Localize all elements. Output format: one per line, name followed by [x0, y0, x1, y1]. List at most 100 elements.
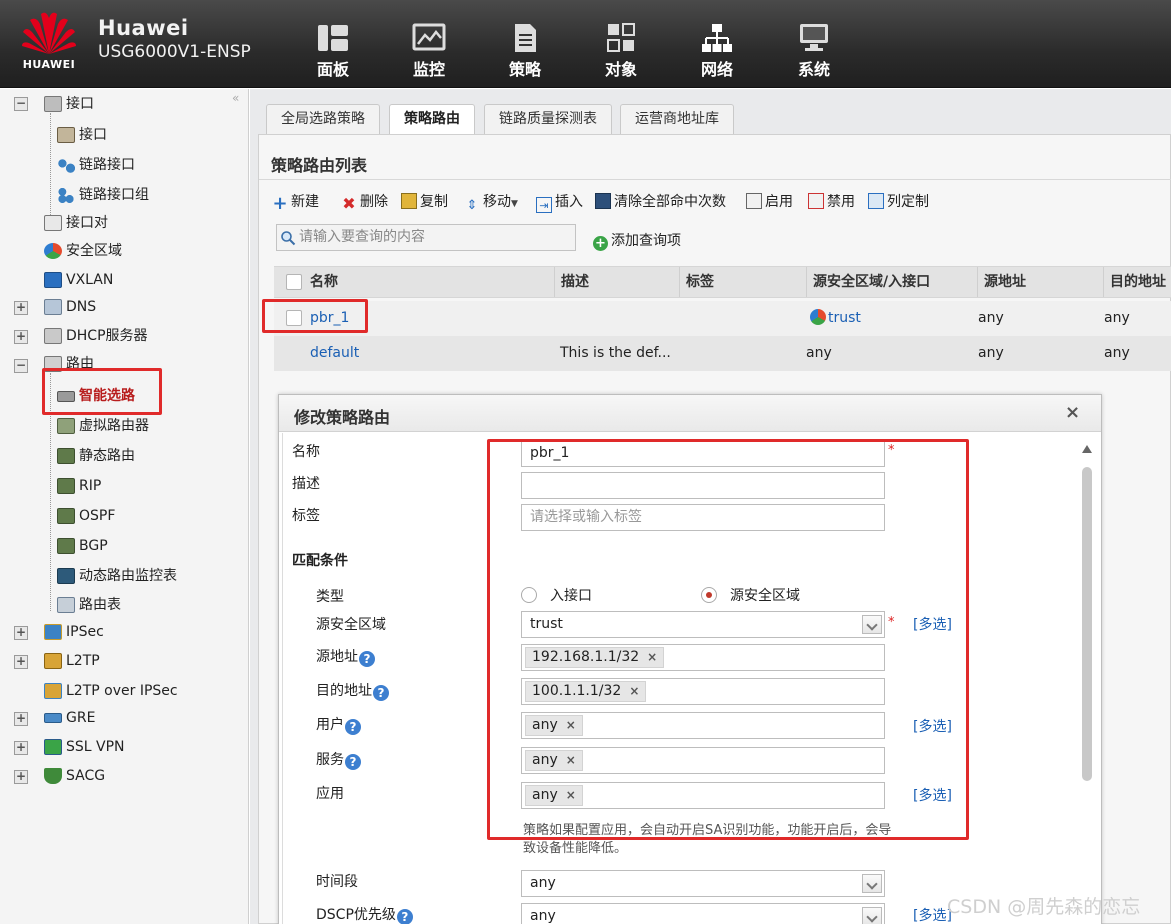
sidebar-item-l2tp[interactable]: L2TP — [44, 649, 100, 673]
nav-monitor[interactable]: 监控 — [399, 22, 459, 82]
chevron-down-icon[interactable] — [862, 907, 882, 924]
sidebar-item-vxlan[interactable]: VXLAN — [44, 268, 113, 292]
policy-name-link[interactable]: default — [310, 336, 359, 371]
delete-button[interactable]: ✖ 删除 — [341, 191, 388, 213]
expander-route[interactable]: − — [14, 359, 28, 373]
disable-button[interactable]: 禁用 — [808, 191, 855, 213]
table-header: 名称 描述 标签 源安全区域/入接口 源地址 目的地址 — [274, 266, 1171, 298]
sidebar-item-ospf[interactable]: OSPF — [57, 504, 115, 528]
sidebar-item-interface[interactable]: 接口 — [57, 123, 107, 147]
new-button[interactable]: + 新建 — [272, 191, 319, 213]
sidebar-item-gre[interactable]: GRE — [44, 706, 95, 730]
scroll-up-icon[interactable] — [1082, 445, 1092, 453]
toolbar-label: 移动 — [483, 194, 511, 210]
column-header[interactable]: 名称 — [304, 267, 338, 297]
sidebar-item-label: DNS — [66, 299, 97, 315]
sidebar-item-dhcp-server[interactable]: DHCP服务器 — [44, 324, 148, 348]
expander-l2tp[interactable]: + — [14, 655, 28, 669]
help-icon[interactable]: ? — [396, 909, 413, 924]
add-query-button[interactable]: + 添加查询项 — [593, 230, 681, 251]
sidebar-item-interface-group[interactable]: 接口 — [44, 92, 94, 116]
insert-button[interactable]: ⇥ 插入 — [536, 191, 583, 213]
clear-hits-button[interactable]: 清除全部命中次数 — [595, 191, 726, 213]
tab-global-route-policy[interactable]: 全局选路策略 — [266, 104, 380, 134]
chevron-down-icon[interactable] — [862, 874, 882, 893]
expander-gre[interactable]: + — [14, 712, 28, 726]
sidebar-item-static-route[interactable]: 静态路由 — [57, 444, 135, 468]
help-icon[interactable]: ? — [345, 719, 361, 735]
close-icon[interactable]: × — [1065, 402, 1080, 423]
expander-dhcp[interactable]: + — [14, 330, 28, 344]
nav-label: 对象 — [604, 60, 637, 79]
nav-dashboard[interactable]: 面板 — [303, 22, 363, 82]
dscp-select[interactable]: any — [521, 903, 885, 924]
interface-icon — [57, 127, 75, 143]
help-icon[interactable]: ? — [373, 685, 389, 701]
expander-ipsec[interactable]: + — [14, 626, 28, 640]
dashboard-icon — [318, 25, 348, 51]
highlight-box-smart-routing — [42, 368, 162, 415]
search-placeholder: 请输入要查询的内容 — [299, 229, 425, 245]
column-header[interactable]: 标签 — [679, 267, 714, 297]
dialog-title: 修改策略路由 — [294, 408, 391, 427]
dns-icon — [44, 299, 62, 315]
cell-zone: any — [806, 345, 832, 361]
collapse-sidebar-icon[interactable]: « — [232, 91, 239, 105]
expander-interface[interactable]: − — [14, 97, 28, 111]
column-header[interactable]: 源地址 — [977, 267, 1026, 297]
nav-system[interactable]: 系统 — [784, 22, 844, 82]
sidebar-item-routing-table[interactable]: 路由表 — [57, 593, 121, 617]
copy-button[interactable]: 复制 — [401, 191, 448, 213]
table-row[interactable]: pbr_1 trust any any — [274, 301, 1171, 336]
sidebar-item-ssl-vpn[interactable]: SSL VPN — [44, 735, 125, 759]
column-customize-button[interactable]: 列定制 — [868, 191, 929, 213]
expander-dns[interactable]: + — [14, 301, 28, 315]
tab-policy-route[interactable]: 策略路由 — [389, 104, 475, 135]
highlight-box-pbr-row — [262, 299, 368, 333]
sidebar-item-l2tp-over-ipsec[interactable]: L2TP over IPSec — [44, 679, 178, 703]
sidebar-item-dns[interactable]: DNS — [44, 295, 96, 319]
sidebar-item-link-interface-group[interactable]: 链路接口组 — [57, 183, 149, 207]
sidebar-item-ipsec[interactable]: IPSec — [44, 620, 104, 644]
sidebar-item-link-interface[interactable]: 链路接口 — [57, 153, 135, 177]
nav-policy[interactable]: 策略 — [495, 22, 555, 82]
sidebar-item-sacg[interactable]: SACG — [44, 764, 105, 788]
time-range-select[interactable]: any — [521, 870, 885, 897]
sidebar: « − 接口 接口 链路接口 链路接口组 接口对 安全区域 VXLAN + DN… — [0, 89, 249, 924]
move-button[interactable]: ⇕ 移动▼ — [464, 191, 518, 213]
table-row[interactable]: default This is the def... any any any — [274, 336, 1171, 371]
search-input[interactable]: 请输入要查询的内容 — [276, 224, 576, 251]
sidebar-item-interface-pair[interactable]: 接口对 — [44, 211, 108, 235]
column-header[interactable]: 描述 — [554, 267, 589, 297]
select-all-checkbox[interactable] — [286, 274, 302, 290]
routing-table-icon — [57, 597, 75, 613]
highlight-box-dialog-fields — [487, 439, 969, 840]
nav-label: 网络 — [700, 60, 733, 79]
sidebar-item-dynamic-route-monitor[interactable]: 动态路由监控表 — [57, 564, 177, 588]
column-header[interactable]: 源安全区域/入接口 — [806, 267, 930, 297]
help-icon[interactable]: ? — [345, 754, 361, 770]
expander-sacg[interactable]: + — [14, 770, 28, 784]
columns-icon — [868, 193, 884, 209]
source-address-label: 源地址? — [316, 646, 375, 667]
sidebar-item-security-zone[interactable]: 安全区域 — [44, 239, 122, 263]
service-text: 服务 — [316, 752, 344, 768]
nav-network[interactable]: 网络 — [687, 22, 747, 82]
tab-isp-address-library[interactable]: 运营商地址库 — [620, 104, 734, 134]
cell-dst: any — [1104, 310, 1130, 326]
tab-link-quality-probe[interactable]: 链路质量探测表 — [484, 104, 612, 134]
sidebar-item-bgp[interactable]: BGP — [57, 534, 108, 558]
sacg-shield-icon — [44, 768, 62, 784]
huawei-petals-icon — [22, 12, 76, 55]
sidebar-item-virtual-router[interactable]: 虚拟路由器 — [57, 414, 149, 438]
enable-button[interactable]: 启用 — [746, 191, 793, 213]
sidebar-item-rip[interactable]: RIP — [57, 474, 101, 498]
help-icon[interactable]: ? — [359, 651, 375, 667]
rip-icon — [57, 478, 75, 494]
nav-object[interactable]: 对象 — [591, 22, 651, 82]
cell-zone[interactable]: trust — [810, 301, 861, 336]
expander-ssl-vpn[interactable]: + — [14, 741, 28, 755]
scrollbar-thumb[interactable] — [1082, 467, 1092, 781]
dialog-scrollbar[interactable] — [1078, 441, 1096, 924]
column-header[interactable]: 目的地址 — [1103, 267, 1166, 297]
